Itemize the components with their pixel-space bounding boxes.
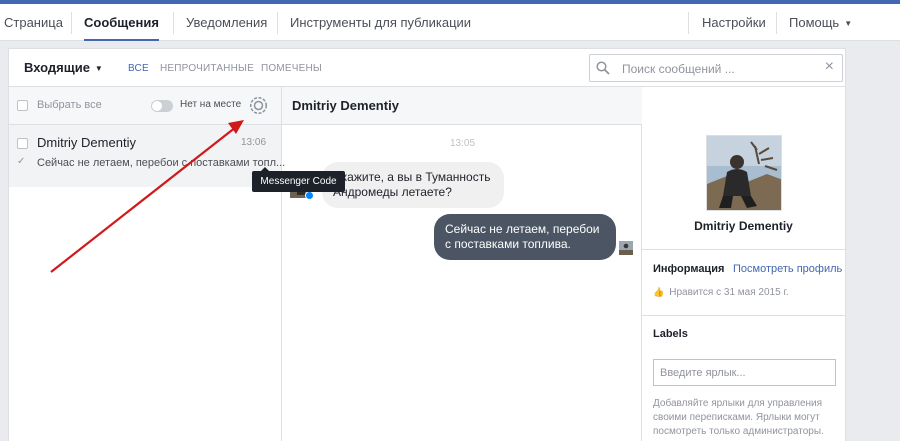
select-all-label[interactable]: Выбрать все [37, 99, 102, 111]
nav-help-menu[interactable]: Помощь ▼ [789, 4, 852, 41]
conversation-checkbox[interactable] [17, 138, 28, 149]
messenger-badge-icon [305, 191, 314, 200]
nav-tab-page[interactable]: Страница [4, 4, 63, 41]
profile-picture [707, 136, 781, 210]
labels-heading: Labels [653, 328, 688, 340]
divider [642, 315, 845, 316]
conversation-name: Dmitriy Dementiy [37, 135, 136, 150]
nav-divider [173, 12, 174, 34]
liked-since: 👍 Нравится с 31 мая 2015 г. [653, 287, 789, 298]
nav-divider [277, 12, 278, 34]
filter-tab-unread[interactable]: НЕПРОЧИТАННЫЕ [160, 63, 254, 74]
list-toolbar: Выбрать все Нет на месте [9, 87, 281, 125]
search-icon [596, 61, 610, 75]
inbox-folder-dropdown[interactable]: Входящие ▼ [24, 60, 103, 75]
nav-tab-publishing-tools[interactable]: Инструменты для публикации [290, 4, 471, 41]
outgoing-message: Сейчас не летаем, перебои с поставками т… [434, 214, 616, 260]
conversation-item[interactable]: Dmitriy Dementiy 13:06 ✓ Сейчас не летае… [9, 125, 285, 187]
filter-tab-all[interactable]: ВСЕ [128, 63, 149, 74]
view-profile-link[interactable]: Посмотреть профиль [733, 263, 842, 275]
nav-tab-messages[interactable]: Сообщения [84, 4, 159, 41]
nav-divider [776, 12, 777, 34]
conversation-snippet: Сейчас не летаем, перебои с поставками т… [37, 157, 286, 169]
nav-divider [688, 12, 689, 34]
thread-title: Dmitriy Dementiy [292, 98, 399, 113]
labels-help-text: Добавляйте ярлыки для управления своими … [653, 398, 824, 437]
clear-search-icon[interactable]: × [825, 58, 834, 76]
toggle-knob [152, 101, 162, 111]
nav-settings[interactable]: Настройки [702, 4, 766, 41]
inbox-header: Входящие ▼ ВСЕ НЕПРОЧИТАННЫЕ ПОМЕЧЕНЫ Пои… [9, 49, 845, 87]
select-all-checkbox[interactable] [17, 100, 28, 111]
page-top-nav: Страница Сообщения Уведомления Инструмен… [0, 4, 900, 41]
away-label: Нет на месте [180, 99, 242, 110]
liked-since-text: Нравится с 31 мая 2015 г. [669, 287, 789, 298]
messages-panel: Входящие ▼ ВСЕ НЕПРОЧИТАННЫЕ ПОМЕЧЕНЫ Пои… [8, 48, 846, 441]
nav-tab-notifications[interactable]: Уведомления [186, 4, 267, 41]
thread-pane: Dmitriy Dementiy 13:05 Скажите, а вы в Т… [282, 87, 845, 441]
away-toggle[interactable] [151, 100, 173, 112]
label-input[interactable]: Введите ярлык... [653, 359, 836, 386]
search-input[interactable]: Поиск сообщений ... [622, 62, 735, 76]
nav-divider [71, 12, 72, 34]
caret-down-icon: ▼ [844, 19, 853, 28]
message-timestamp: 13:05 [450, 138, 476, 149]
divider [642, 249, 845, 250]
profile-name: Dmitriy Dementiy [694, 219, 793, 233]
messenger-code-icon[interactable] [249, 96, 268, 115]
nav-help-label: Помощь [789, 15, 840, 30]
conversation-list: Выбрать все Нет на месте Dmitriy Dementi… [9, 87, 285, 441]
search-box[interactable]: Поиск сообщений ... × [589, 54, 843, 82]
page-avatar [619, 241, 633, 255]
conversation-time: 13:06 [241, 137, 267, 148]
profile-photo[interactable] [706, 135, 782, 211]
filter-tab-flagged[interactable]: ПОМЕЧЕНЫ [261, 63, 322, 74]
caret-down-icon: ▼ [94, 64, 103, 73]
messenger-code-tooltip: Messenger Code [252, 167, 345, 192]
profile-sidebar: Dmitriy Dementiy Информация Посмотреть п… [642, 87, 845, 441]
incoming-message: Скажите, а вы в Туманность Андромеды лет… [322, 162, 504, 208]
inbox-folder-label: Входящие [24, 60, 90, 75]
info-heading: Информация [653, 263, 725, 275]
replied-check-icon: ✓ [17, 156, 26, 167]
thumbs-up-icon: 👍 [653, 287, 665, 297]
